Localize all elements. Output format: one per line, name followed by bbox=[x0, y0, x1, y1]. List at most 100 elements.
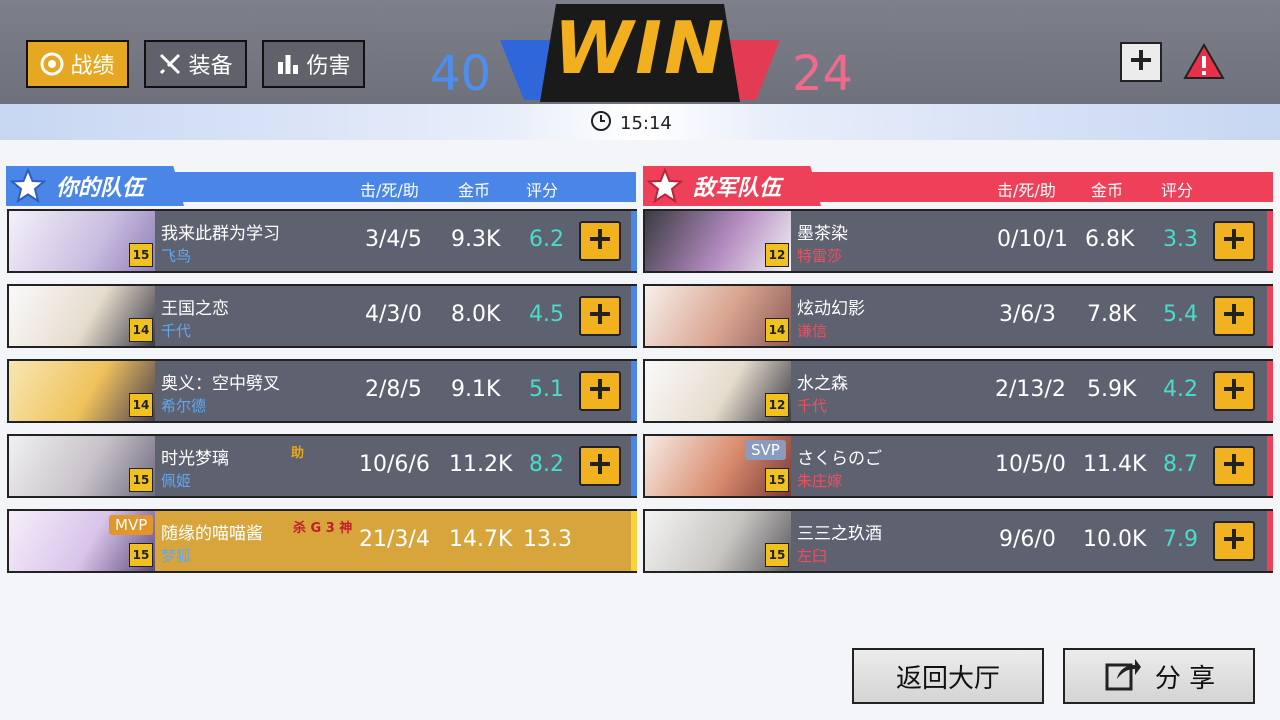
hero-name: 希尔德 bbox=[161, 397, 207, 415]
player-detail-button[interactable] bbox=[1213, 296, 1255, 336]
enemy-kda-header: 击/死/助 bbox=[997, 181, 1056, 200]
hero-level: 14 bbox=[765, 318, 789, 342]
hero-name: 特雷莎 bbox=[797, 247, 843, 265]
mvp-badge: MVP bbox=[109, 515, 154, 535]
player-gold: 10.0K bbox=[1083, 527, 1147, 552]
team-edge-marker bbox=[631, 436, 637, 496]
player-kda: 3/6/3 bbox=[999, 302, 1056, 327]
your-player-row[interactable]: 14 王国之恋 千代 4/3/0 8.0K 4.5 bbox=[7, 284, 637, 348]
hero-level: 12 bbox=[765, 243, 789, 267]
bar-chart-icon bbox=[276, 52, 300, 76]
your-player-row[interactable]: 15 时光梦璃 佩姬 助 10/6/6 11.2K 8.2 bbox=[7, 434, 637, 498]
player-detail-button[interactable] bbox=[579, 446, 621, 486]
player-gold: 11.2K bbox=[449, 452, 513, 477]
player-name: 我来此群为学习 bbox=[161, 224, 280, 244]
player-detail-button[interactable] bbox=[579, 371, 621, 411]
enemy-player-row-svp[interactable]: SVP 15 さくらのご 朱庄嫁 10/5/0 11.4K 8.7 bbox=[643, 434, 1273, 498]
player-name: 水之森 bbox=[797, 374, 848, 394]
team-edge-marker bbox=[1267, 511, 1273, 571]
player-name: 随缘的喵喵酱 bbox=[161, 524, 263, 544]
return-lobby-label: 返回大厅 bbox=[895, 663, 1000, 694]
plus-icon bbox=[588, 227, 612, 255]
your-team-header: 你的队伍 击/死/助 金币 评分 bbox=[6, 166, 636, 206]
player-rating: 3.3 bbox=[1163, 227, 1198, 252]
team-edge-marker bbox=[631, 361, 637, 421]
plus-icon bbox=[588, 377, 612, 405]
enemy-player-row[interactable]: 14 炫动幻影 谦信 3/6/3 7.8K 5.4 bbox=[643, 284, 1273, 348]
player-kda: 21/3/4 bbox=[359, 527, 430, 552]
share-icon bbox=[1103, 653, 1143, 700]
team-edge-marker bbox=[1267, 436, 1273, 496]
equipment-icon bbox=[158, 52, 182, 76]
player-detail-button[interactable] bbox=[1213, 446, 1255, 486]
star-icon bbox=[646, 167, 684, 206]
plus-icon bbox=[588, 302, 612, 330]
team-edge-marker bbox=[1267, 286, 1273, 346]
your-player-row-mvp[interactable]: MVP 15 随缘的喵喵酱 梦狐 杀 G 3 神 21/3/4 14.7K 13… bbox=[7, 509, 637, 573]
hero-name: 飞鸟 bbox=[161, 247, 192, 265]
plus-icon bbox=[1128, 47, 1154, 77]
player-name: 三三之玖酒 bbox=[797, 524, 882, 544]
player-gold: 9.1K bbox=[451, 377, 501, 402]
player-name: 炫动幻影 bbox=[797, 299, 865, 319]
player-detail-button[interactable] bbox=[1213, 371, 1255, 411]
enemy-team-title: 敌军队伍 bbox=[693, 176, 782, 201]
player-name: 墨茶染 bbox=[797, 224, 848, 244]
tab-equipment[interactable]: 装备 bbox=[144, 40, 247, 88]
player-rating: 6.2 bbox=[529, 227, 564, 252]
hero-level: 15 bbox=[129, 243, 153, 267]
player-kda: 0/10/1 bbox=[997, 227, 1068, 252]
player-detail-button[interactable] bbox=[1213, 521, 1255, 561]
your-team-title: 你的队伍 bbox=[56, 176, 145, 201]
player-gold: 14.7K bbox=[449, 527, 513, 552]
win-text: WIN bbox=[553, 6, 727, 90]
player-detail-button[interactable] bbox=[1213, 221, 1255, 261]
enemy-player-row[interactable]: 15 三三之玖酒 左臼 9/6/0 10.0K 7.9 bbox=[643, 509, 1273, 573]
player-detail-button[interactable] bbox=[579, 221, 621, 261]
player-name: 王国之恋 bbox=[161, 299, 229, 319]
player-kda: 10/5/0 bbox=[995, 452, 1066, 477]
tab-damage[interactable]: 伤害 bbox=[262, 40, 365, 88]
player-gold: 5.9K bbox=[1087, 377, 1137, 402]
player-gold: 11.4K bbox=[1083, 452, 1147, 477]
enemy-player-row[interactable]: 12 墨茶染 特雷莎 0/10/1 6.8K 3.3 bbox=[643, 209, 1273, 273]
hero-level: 12 bbox=[765, 393, 789, 417]
team-edge-marker bbox=[1267, 361, 1273, 421]
match-timer: 15:14 bbox=[590, 110, 672, 137]
player-kda: 3/4/5 bbox=[365, 227, 422, 252]
player-name: 奥义：空中劈叉 bbox=[161, 374, 280, 394]
hero-name: 千代 bbox=[161, 322, 192, 340]
your-player-row[interactable]: 14 奥义：空中劈叉 希尔德 2/8/5 9.1K 5.1 bbox=[7, 359, 637, 423]
hero-name: 梦狐 bbox=[161, 547, 192, 565]
return-lobby-button[interactable]: 返回大厅 bbox=[852, 648, 1044, 704]
add-button[interactable] bbox=[1120, 42, 1162, 82]
tab-equipment-label: 装备 bbox=[188, 54, 233, 79]
enemy-player-row[interactable]: 12 水之森 千代 2/13/2 5.9K 4.2 bbox=[643, 359, 1273, 423]
your-kda-header: 击/死/助 bbox=[360, 181, 419, 200]
player-detail-button[interactable] bbox=[579, 296, 621, 336]
player-kda: 2/8/5 bbox=[365, 377, 422, 402]
player-rating: 4.2 bbox=[1163, 377, 1198, 402]
player-rating: 4.5 bbox=[529, 302, 564, 327]
warning-icon bbox=[1182, 42, 1226, 86]
player-kda: 10/6/6 bbox=[359, 452, 430, 477]
star-icon bbox=[9, 167, 47, 206]
share-button[interactable]: 分 享 bbox=[1063, 648, 1255, 704]
your-player-row[interactable]: 15 我来此群为学习 飞鸟 3/4/5 9.3K 6.2 bbox=[7, 209, 637, 273]
player-rating: 5.1 bbox=[529, 377, 564, 402]
enemy-team-header: 敌军队伍 击/死/助 金币 评分 bbox=[643, 166, 1273, 206]
hero-level: 14 bbox=[129, 318, 153, 342]
player-rating: 13.3 bbox=[523, 527, 572, 552]
share-label: 分 享 bbox=[1154, 663, 1216, 694]
hero-name: 朱庄嫁 bbox=[797, 472, 843, 490]
hero-name: 千代 bbox=[797, 397, 828, 415]
player-name: 时光梦璃 bbox=[161, 449, 229, 469]
plus-icon bbox=[1222, 377, 1246, 405]
your-gold-header: 金币 bbox=[458, 181, 491, 200]
enemy-gold-header: 金币 bbox=[1091, 181, 1124, 200]
enemy-team-title-box: 敌军队伍 bbox=[643, 166, 822, 206]
tab-record[interactable]: 战绩 bbox=[26, 40, 129, 88]
report-button[interactable] bbox=[1182, 42, 1225, 82]
player-gold: 8.0K bbox=[451, 302, 501, 327]
clock-icon bbox=[590, 110, 612, 137]
